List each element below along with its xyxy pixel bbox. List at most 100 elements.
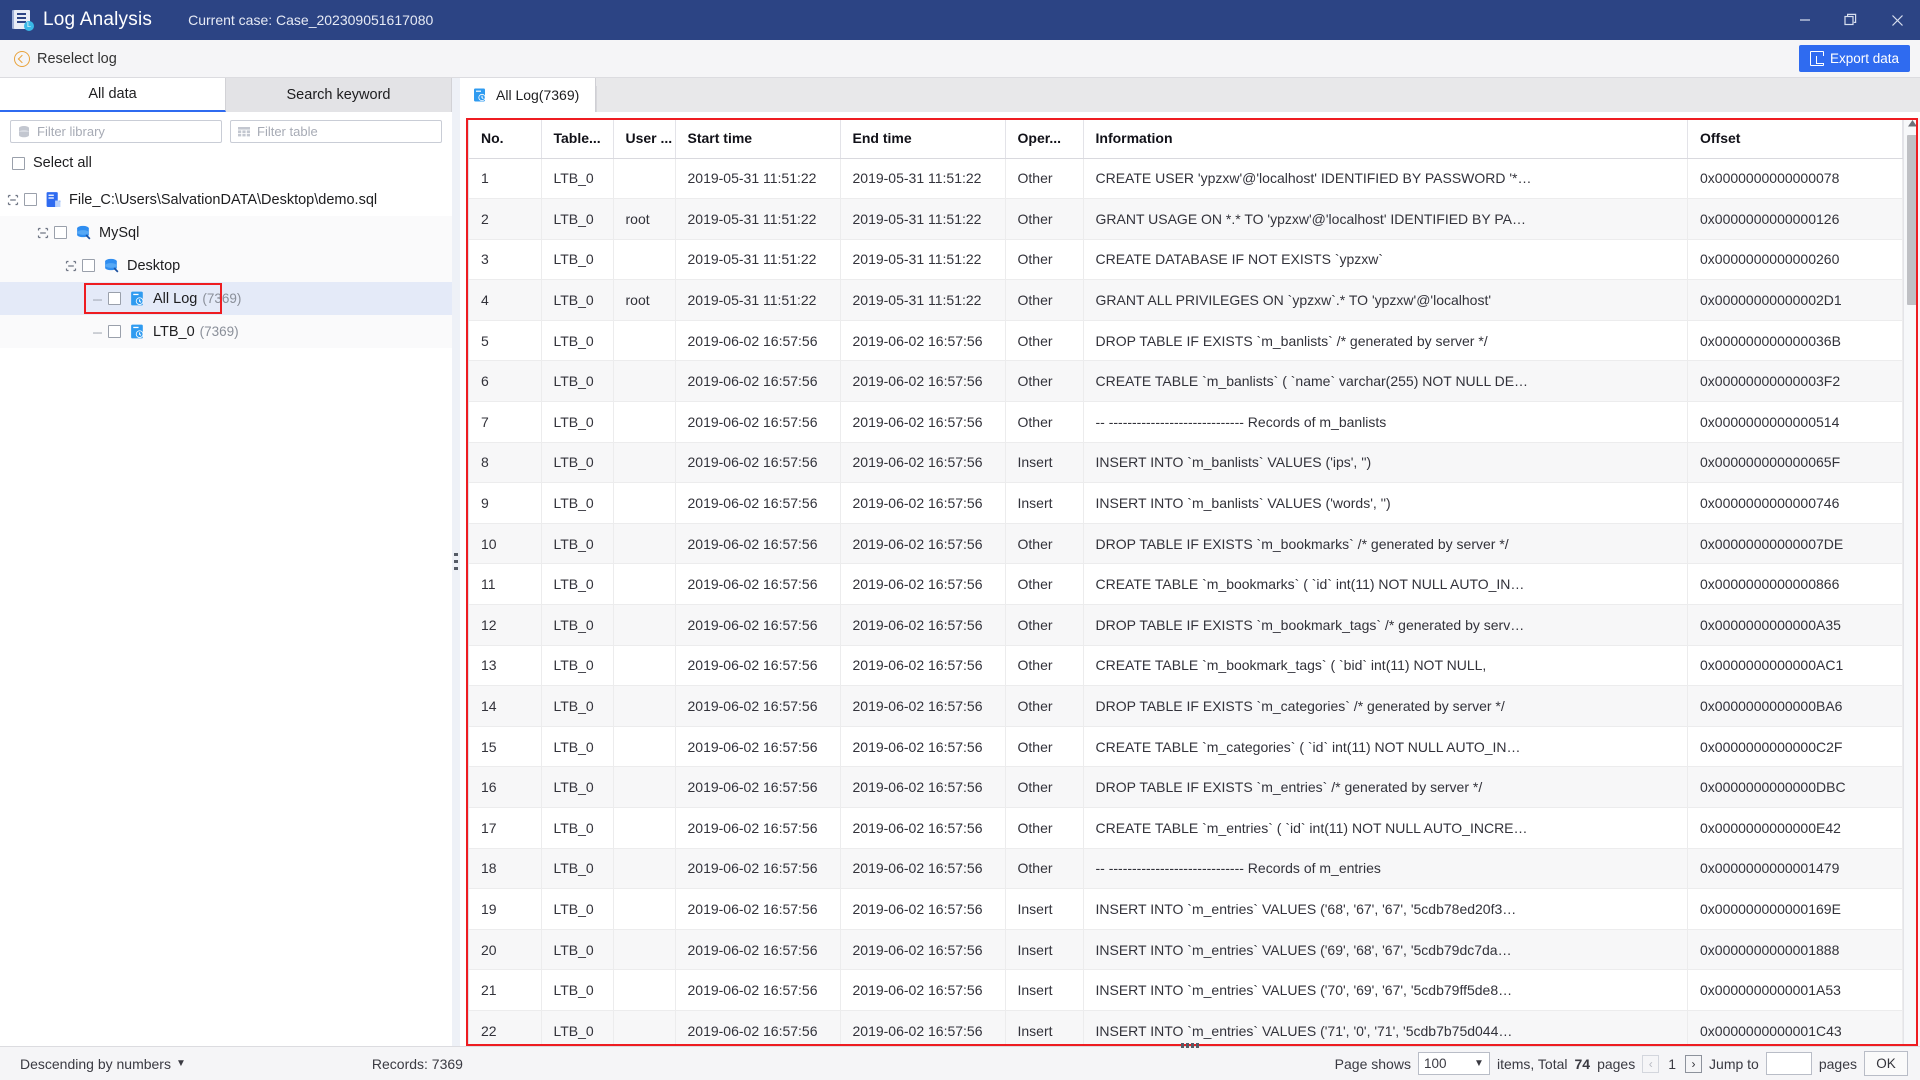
column-header-user[interactable]: User ... xyxy=(613,118,675,158)
tree-node-file-label: File_C:\Users\SalvationDATA\Desktop\demo… xyxy=(69,192,377,208)
table-row[interactable]: 2LTB_0root2019-05-31 11:51:222019-05-31 … xyxy=(469,199,1903,240)
tab-all-data[interactable]: All data xyxy=(0,78,226,112)
cell-offset: 0x0000000000000126 xyxy=(1688,199,1903,240)
table-row[interactable]: 13LTB_02019-06-02 16:57:562019-06-02 16:… xyxy=(469,645,1903,686)
table-row[interactable]: 5LTB_02019-06-02 16:57:562019-06-02 16:5… xyxy=(469,320,1903,361)
tree-node-mysql[interactable]: MySql xyxy=(0,216,452,249)
tree-node-desktop[interactable]: Desktop xyxy=(0,249,452,282)
page-size-select[interactable]: 100 ▼ xyxy=(1418,1052,1490,1075)
select-all-checkbox[interactable] xyxy=(12,157,25,170)
export-data-button[interactable]: Export data xyxy=(1799,45,1910,72)
cell-table: LTB_0 xyxy=(541,158,613,199)
tree-checkbox-ltb0[interactable] xyxy=(108,325,121,338)
cell-offset: 0x000000000000065F xyxy=(1688,442,1903,483)
cell-offset: 0x0000000000000C2F xyxy=(1688,726,1903,767)
table-row[interactable]: 6LTB_02019-06-02 16:57:562019-06-02 16:5… xyxy=(469,361,1903,402)
left-panel: All data Search keyword xyxy=(0,78,452,1046)
table-row[interactable]: 12LTB_02019-06-02 16:57:562019-06-02 16:… xyxy=(469,605,1903,646)
filter-library-box[interactable] xyxy=(10,120,222,143)
filter-table-input[interactable] xyxy=(257,124,435,139)
reselect-log-button[interactable]: Reselect log xyxy=(14,51,117,67)
filter-table-box[interactable] xyxy=(230,120,442,143)
table-row[interactable]: 18LTB_02019-06-02 16:57:562019-06-02 16:… xyxy=(469,848,1903,889)
ok-button[interactable]: OK xyxy=(1864,1051,1908,1076)
tree-checkbox-desktop[interactable] xyxy=(82,259,95,272)
column-header-no[interactable]: No. xyxy=(469,118,541,158)
tree-node-file[interactable]: File_C:\Users\SalvationDATA\Desktop\demo… xyxy=(0,183,452,216)
next-page-button[interactable]: › xyxy=(1685,1055,1702,1073)
column-header-oper[interactable]: Oper... xyxy=(1005,118,1083,158)
tree-node-ltb0[interactable]: --- LTB_0 (7369) xyxy=(0,315,452,348)
jump-to-input[interactable] xyxy=(1766,1052,1812,1075)
cell-no: 14 xyxy=(469,686,541,727)
table-row[interactable]: 21LTB_02019-06-02 16:57:562019-06-02 16:… xyxy=(469,970,1903,1011)
close-icon[interactable] xyxy=(1874,0,1920,40)
cell-end: 2019-05-31 11:51:22 xyxy=(840,239,1005,280)
cell-table: LTB_0 xyxy=(541,889,613,930)
title-bar: L Log Analysis Current case: Case_202309… xyxy=(0,0,1920,40)
tree-checkbox-file[interactable] xyxy=(24,193,37,206)
table-row[interactable]: 14LTB_02019-06-02 16:57:562019-06-02 16:… xyxy=(469,686,1903,727)
tree-line-dash: --- xyxy=(90,325,104,339)
cell-start: 2019-06-02 16:57:56 xyxy=(675,808,840,849)
tab-search-keyword[interactable]: Search keyword xyxy=(226,78,452,112)
table-row[interactable]: 9LTB_02019-06-02 16:57:562019-06-02 16:5… xyxy=(469,483,1903,524)
table-row[interactable]: 22LTB_02019-06-02 16:57:562019-06-02 16:… xyxy=(469,1010,1903,1046)
table-row[interactable]: 8LTB_02019-06-02 16:57:562019-06-02 16:5… xyxy=(469,442,1903,483)
cell-info: INSERT INTO `m_entries` VALUES ('70', '6… xyxy=(1083,970,1688,1011)
table-row[interactable]: 7LTB_02019-06-02 16:57:562019-06-02 16:5… xyxy=(469,402,1903,443)
vertical-scrollbar[interactable] xyxy=(1903,118,1920,1046)
collapse-box-icon[interactable] xyxy=(36,226,50,240)
horizontal-splitter-grip-icon[interactable] xyxy=(1181,1043,1199,1048)
scrollbar-thumb[interactable] xyxy=(1907,135,1918,305)
table-grid-icon xyxy=(237,125,251,139)
table-row[interactable]: 17LTB_02019-06-02 16:57:562019-06-02 16:… xyxy=(469,808,1903,849)
previous-page-button[interactable]: ‹ xyxy=(1642,1055,1659,1073)
cell-end: 2019-06-02 16:57:56 xyxy=(840,686,1005,727)
cell-start: 2019-06-02 16:57:56 xyxy=(675,361,840,402)
table-row[interactable]: 19LTB_02019-06-02 16:57:562019-06-02 16:… xyxy=(469,889,1903,930)
tab-all-log[interactable]: All Log(7369) xyxy=(460,78,596,112)
column-header-end[interactable]: End time xyxy=(840,118,1005,158)
cell-start: 2019-06-02 16:57:56 xyxy=(675,605,840,646)
log-grid-scroll[interactable]: No. Table... User ... Start time End tim… xyxy=(468,118,1903,1046)
log-grid-wrapper: No. Table... User ... Start time End tim… xyxy=(460,118,1920,1046)
cell-user xyxy=(613,645,675,686)
tree-checkbox-mysql[interactable] xyxy=(54,226,67,239)
table-row[interactable]: 4LTB_0root2019-05-31 11:51:222019-05-31 … xyxy=(469,280,1903,321)
select-all-row[interactable]: Select all xyxy=(0,149,452,177)
tree-checkbox-all-log[interactable] xyxy=(108,292,121,305)
records-count-label: Records: 7369 xyxy=(372,1056,463,1072)
column-header-table[interactable]: Table... xyxy=(541,118,613,158)
cell-oper: Other xyxy=(1005,808,1083,849)
cell-no: 5 xyxy=(469,320,541,361)
tree-node-all-log[interactable]: --- All Log (7369) xyxy=(0,282,452,315)
column-header-offset[interactable]: Offset xyxy=(1688,118,1903,158)
table-row[interactable]: 16LTB_02019-06-02 16:57:562019-06-02 16:… xyxy=(469,767,1903,808)
cell-info: CREATE TABLE `m_banlists` ( `name` varch… xyxy=(1083,361,1688,402)
sort-order-dropdown[interactable]: Descending by numbers ▼ xyxy=(20,1056,186,1072)
minimize-icon[interactable] xyxy=(1782,0,1828,40)
filter-library-input[interactable] xyxy=(37,124,215,139)
table-row[interactable]: 10LTB_02019-06-02 16:57:562019-06-02 16:… xyxy=(469,523,1903,564)
cell-user xyxy=(613,523,675,564)
cell-end: 2019-05-31 11:51:22 xyxy=(840,199,1005,240)
cell-end: 2019-06-02 16:57:56 xyxy=(840,442,1005,483)
restore-icon[interactable] xyxy=(1828,0,1874,40)
collapse-box-icon[interactable] xyxy=(64,259,78,273)
table-row[interactable]: 15LTB_02019-06-02 16:57:562019-06-02 16:… xyxy=(469,726,1903,767)
collapse-box-icon[interactable] xyxy=(6,193,20,207)
table-row[interactable]: 11LTB_02019-06-02 16:57:562019-06-02 16:… xyxy=(469,564,1903,605)
column-header-info[interactable]: Information xyxy=(1083,118,1688,158)
column-header-start[interactable]: Start time xyxy=(675,118,840,158)
cell-no: 3 xyxy=(469,239,541,280)
scroll-up-icon[interactable] xyxy=(1904,120,1920,127)
cell-no: 20 xyxy=(469,929,541,970)
tree-line-dash: --- xyxy=(90,292,104,306)
table-row[interactable]: 3LTB_02019-05-31 11:51:222019-05-31 11:5… xyxy=(469,239,1903,280)
cell-user xyxy=(613,767,675,808)
cell-info: CREATE USER 'ypzxw'@'localhost' IDENTIFI… xyxy=(1083,158,1688,199)
table-row[interactable]: 1LTB_02019-05-31 11:51:222019-05-31 11:5… xyxy=(469,158,1903,199)
table-row[interactable]: 20LTB_02019-06-02 16:57:562019-06-02 16:… xyxy=(469,929,1903,970)
panel-splitter[interactable] xyxy=(452,78,460,1046)
